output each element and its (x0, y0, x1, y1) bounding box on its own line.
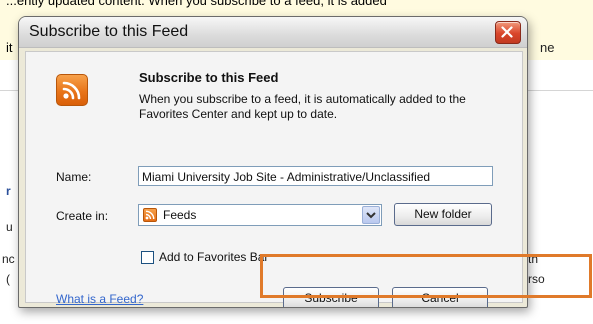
feed-name-input[interactable]: Miami University Job Site - Administrati… (138, 166, 493, 186)
dialog-title: Subscribe to this Feed (29, 23, 189, 40)
background-text: it (6, 40, 13, 55)
background-text: ne (540, 40, 555, 55)
what-is-feed-link[interactable]: What is a Feed? (56, 292, 143, 306)
name-label: Name: (56, 170, 92, 184)
highlight-annotation (260, 254, 592, 298)
create-in-value: Feeds (163, 208, 197, 222)
close-icon (501, 26, 513, 38)
dropdown-arrow-button[interactable] (362, 206, 380, 224)
rss-feed-icon (56, 74, 88, 106)
chevron-down-icon (366, 212, 376, 219)
background-text: nc (2, 252, 15, 266)
add-to-favorites-label: Add to Favorites Bar (159, 250, 269, 264)
background-text: ( (6, 272, 10, 286)
background-link: r (6, 184, 11, 198)
rss-feed-icon (143, 208, 157, 222)
add-to-favorites-checkbox[interactable] (141, 251, 154, 264)
create-in-dropdown[interactable]: Feeds (138, 204, 382, 226)
dialog-description: When you subscribe to a feed, it is auto… (139, 92, 466, 121)
close-button[interactable] (495, 21, 521, 44)
create-in-label: Create in: (56, 209, 109, 223)
dialog-heading: Subscribe to this Feed (139, 70, 279, 85)
background-text: u (6, 220, 13, 234)
dialog-titlebar[interactable]: Subscribe to this Feed (19, 17, 527, 48)
background-text: ...ently updated content. When you subsc… (6, 0, 387, 8)
new-folder-button[interactable]: New folder (394, 203, 492, 226)
